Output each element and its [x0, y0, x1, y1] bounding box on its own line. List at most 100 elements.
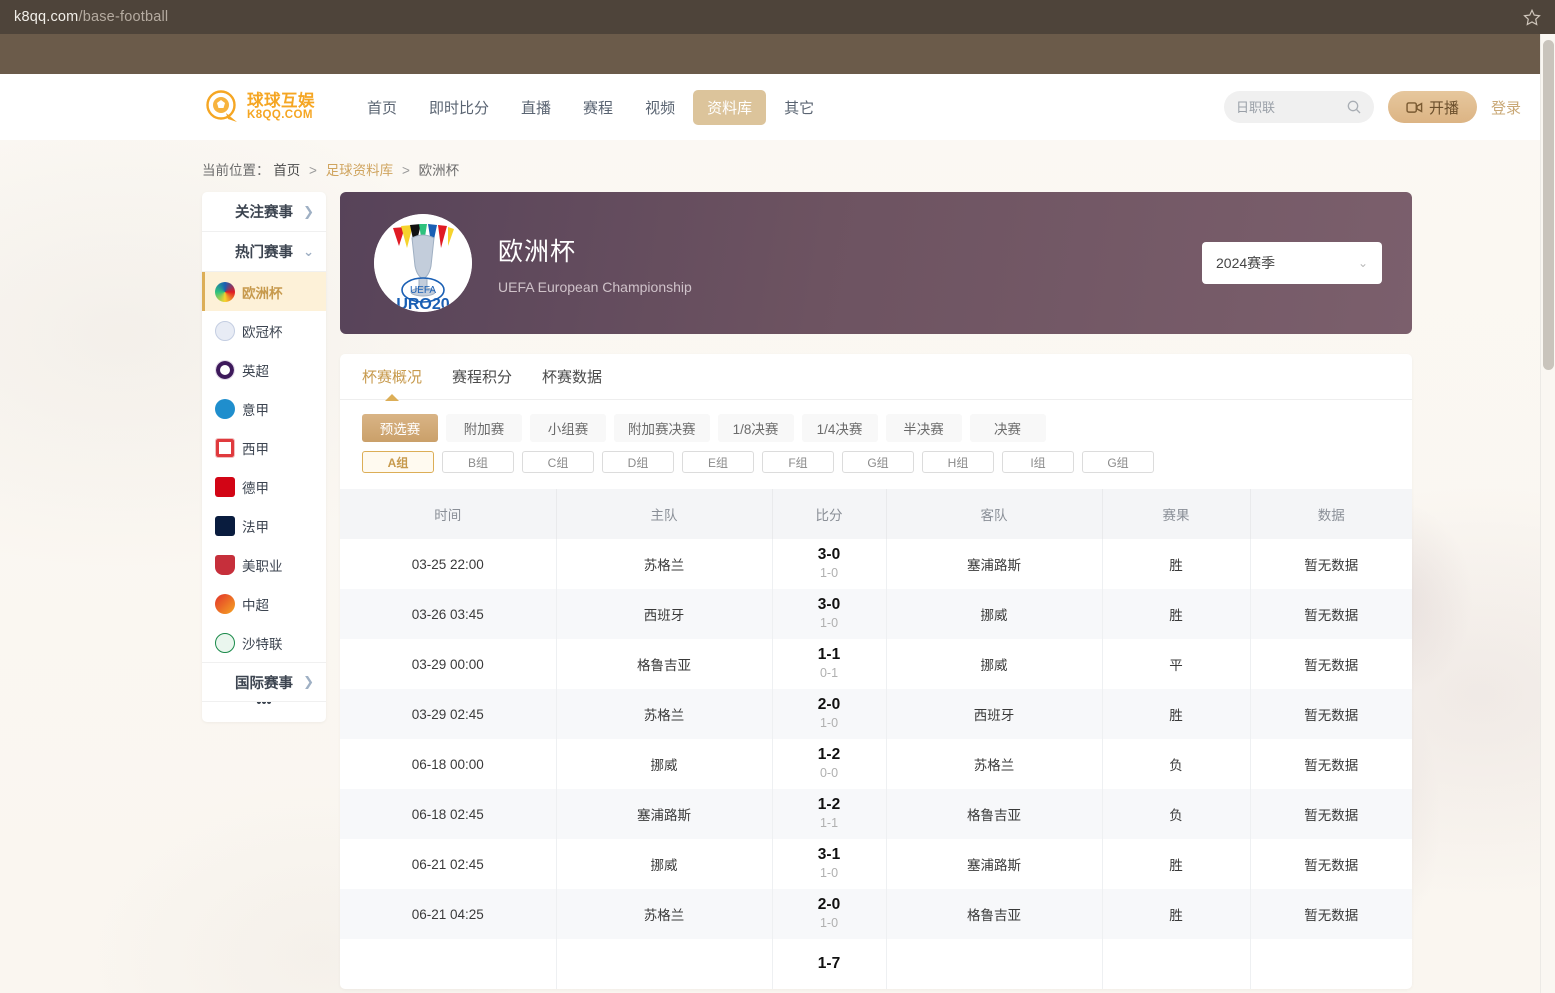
group-button-i[interactable]: I组: [1002, 451, 1074, 473]
sidebar-item-seriea[interactable]: 意甲: [202, 389, 326, 428]
stage-button-playoff-final[interactable]: 附加赛决赛: [614, 414, 710, 442]
group-button-d[interactable]: D组: [602, 451, 674, 473]
sidebar-item-ligue1[interactable]: 法甲: [202, 506, 326, 545]
sidebar-item-laliga[interactable]: 西甲: [202, 428, 326, 467]
season-select[interactable]: 2024赛季 ⌄: [1202, 242, 1382, 284]
stage-button-round-of-16[interactable]: 1/8决赛: [718, 414, 794, 442]
scrollbar-thumb[interactable]: [1543, 40, 1554, 370]
cell-home-team[interactable]: 苏格兰: [556, 539, 772, 589]
breadcrumb-database-link[interactable]: 足球资料库: [326, 163, 394, 178]
matches-table-body: 03-25 22:00 苏格兰 3-0 1-0 塞浦路斯 胜 暂无数据 03-2…: [340, 539, 1412, 989]
cell-away-team[interactable]: [886, 939, 1102, 989]
sidebar-partial-row[interactable]: •••: [202, 702, 326, 722]
cell-data: 暂无数据: [1250, 889, 1412, 939]
cell-home-team[interactable]: 格鲁吉亚: [556, 639, 772, 689]
cell-away-team[interactable]: 挪威: [886, 589, 1102, 639]
nav-item-database[interactable]: 资料库: [693, 90, 766, 125]
cell-away-team[interactable]: 苏格兰: [886, 739, 1102, 789]
cell-away-team[interactable]: 挪威: [886, 639, 1102, 689]
stage-button-playoff[interactable]: 附加赛: [446, 414, 522, 442]
login-link[interactable]: 登录: [1491, 97, 1521, 118]
cell-away-team[interactable]: 塞浦路斯: [886, 539, 1102, 589]
group-button-g2[interactable]: G组: [1082, 451, 1154, 473]
nav-item-schedule[interactable]: 赛程: [569, 90, 627, 125]
sidebar-item-bundesliga[interactable]: 德甲: [202, 467, 326, 506]
table-row[interactable]: 03-26 03:45 西班牙 3-0 1-0 挪威 胜 暂无数据: [340, 589, 1412, 639]
table-row[interactable]: 03-29 00:00 格鲁吉亚 1-1 0-1 挪威 平 暂无数据: [340, 639, 1412, 689]
score-full: 1-7: [773, 955, 886, 973]
sidebar-item-epl[interactable]: 英超: [202, 350, 326, 389]
cell-home-team[interactable]: 挪威: [556, 739, 772, 789]
sidebar-item-spl[interactable]: 沙特联: [202, 623, 326, 662]
cell-home-team[interactable]: 挪威: [556, 839, 772, 889]
search-input[interactable]: [1236, 100, 1346, 115]
stage-button-group[interactable]: 小组赛: [530, 414, 606, 442]
breadcrumb-prefix: 当前位置：: [202, 163, 270, 178]
nav-item-video[interactable]: 视频: [631, 90, 689, 125]
cell-result: 胜: [1102, 839, 1250, 889]
browser-url-bar[interactable]: k8qq.com/base-football: [0, 0, 1555, 34]
matches-table: 时间 主队 比分 客队 赛果 数据 03-25 22:00 苏格兰 3-0: [340, 489, 1412, 989]
nav-item-live[interactable]: 直播: [507, 90, 565, 125]
cell-home-team[interactable]: 苏格兰: [556, 689, 772, 739]
score-full: 3-0: [773, 596, 886, 614]
cell-home-team[interactable]: 苏格兰: [556, 889, 772, 939]
main-navigation: 首页 即时比分 直播 赛程 视频 资料库 其它: [353, 90, 828, 125]
cell-time: 03-25 22:00: [340, 539, 556, 589]
cell-home-team[interactable]: [556, 939, 772, 989]
group-button-g[interactable]: G组: [842, 451, 914, 473]
group-button-e[interactable]: E组: [682, 451, 754, 473]
sidebar-header-follow[interactable]: 关注赛事 ❯: [202, 192, 326, 232]
group-button-h[interactable]: H组: [922, 451, 994, 473]
sidebar-item-mls[interactable]: 美职业: [202, 545, 326, 584]
chevron-right-icon: ❯: [303, 204, 314, 220]
cell-time: 03-26 03:45: [340, 589, 556, 639]
cell-away-team[interactable]: 西班牙: [886, 689, 1102, 739]
table-row[interactable]: 03-29 02:45 苏格兰 2-0 1-0 西班牙 胜 暂无数据: [340, 689, 1412, 739]
table-row[interactable]: 06-18 00:00 挪威 1-2 0-0 苏格兰 负 暂无数据: [340, 739, 1412, 789]
cell-data: 暂无数据: [1250, 739, 1412, 789]
cell-score: 3-0 1-0: [772, 589, 886, 639]
sidebar-item-euro[interactable]: 欧洲杯: [202, 272, 326, 311]
star-icon[interactable]: [1521, 6, 1543, 28]
cell-away-team[interactable]: 格鲁吉亚: [886, 789, 1102, 839]
table-row[interactable]: 06-21 04:25 苏格兰 2-0 1-0 格鲁吉亚 胜 暂无数据: [340, 889, 1412, 939]
stage-button-qualifying[interactable]: 预选赛: [362, 414, 438, 442]
sidebar-header-hot[interactable]: 热门赛事 ⌄: [202, 232, 326, 272]
cell-home-team[interactable]: 西班牙: [556, 589, 772, 639]
group-button-c[interactable]: C组: [522, 451, 594, 473]
breadcrumb-home[interactable]: 首页: [273, 163, 300, 178]
group-button-a[interactable]: A组: [362, 451, 434, 473]
cell-away-team[interactable]: 塞浦路斯: [886, 839, 1102, 889]
group-button-f[interactable]: F组: [762, 451, 834, 473]
cell-result: 负: [1102, 739, 1250, 789]
logo-line-2: K8QQ.COM: [247, 110, 315, 122]
site-logo[interactable]: 球球互娱 K8QQ.COM: [204, 89, 315, 125]
cell-home-team[interactable]: 塞浦路斯: [556, 789, 772, 839]
nav-item-other[interactable]: 其它: [770, 90, 828, 125]
tab-statistics[interactable]: 杯赛数据: [542, 354, 602, 400]
column-header-result: 赛果: [1102, 489, 1250, 539]
search-icon[interactable]: [1346, 99, 1362, 115]
sidebar-item-csl[interactable]: 中超: [202, 584, 326, 623]
table-row[interactable]: 1-7: [340, 939, 1412, 989]
table-row[interactable]: 06-21 02:45 挪威 3-1 1-0 塞浦路斯 胜 暂无数据: [340, 839, 1412, 889]
cell-away-team[interactable]: 格鲁吉亚: [886, 889, 1102, 939]
stage-button-semifinal[interactable]: 半决赛: [886, 414, 962, 442]
nav-item-livescore[interactable]: 即时比分: [415, 90, 503, 125]
nav-item-home[interactable]: 首页: [353, 90, 411, 125]
stage-button-final[interactable]: 决赛: [970, 414, 1046, 442]
table-row[interactable]: 03-25 22:00 苏格兰 3-0 1-0 塞浦路斯 胜 暂无数据: [340, 539, 1412, 589]
group-button-b[interactable]: B组: [442, 451, 514, 473]
url-text: k8qq.com/base-football: [14, 9, 168, 25]
sidebar-item-ucl[interactable]: 欧冠杯: [202, 311, 326, 350]
tab-overview[interactable]: 杯赛概况: [362, 354, 422, 400]
search-box[interactable]: [1224, 91, 1374, 123]
cell-result: 胜: [1102, 539, 1250, 589]
page-scrollbar[interactable]: [1540, 34, 1555, 993]
start-live-button[interactable]: 开播: [1388, 91, 1477, 123]
tab-standings[interactable]: 赛程积分: [452, 354, 512, 400]
table-row[interactable]: 06-18 02:45 塞浦路斯 1-2 1-1 格鲁吉亚 负 暂无数据: [340, 789, 1412, 839]
stage-button-quarterfinal[interactable]: 1/4决赛: [802, 414, 878, 442]
sidebar-header-international[interactable]: 国际赛事 ❯: [202, 662, 326, 702]
